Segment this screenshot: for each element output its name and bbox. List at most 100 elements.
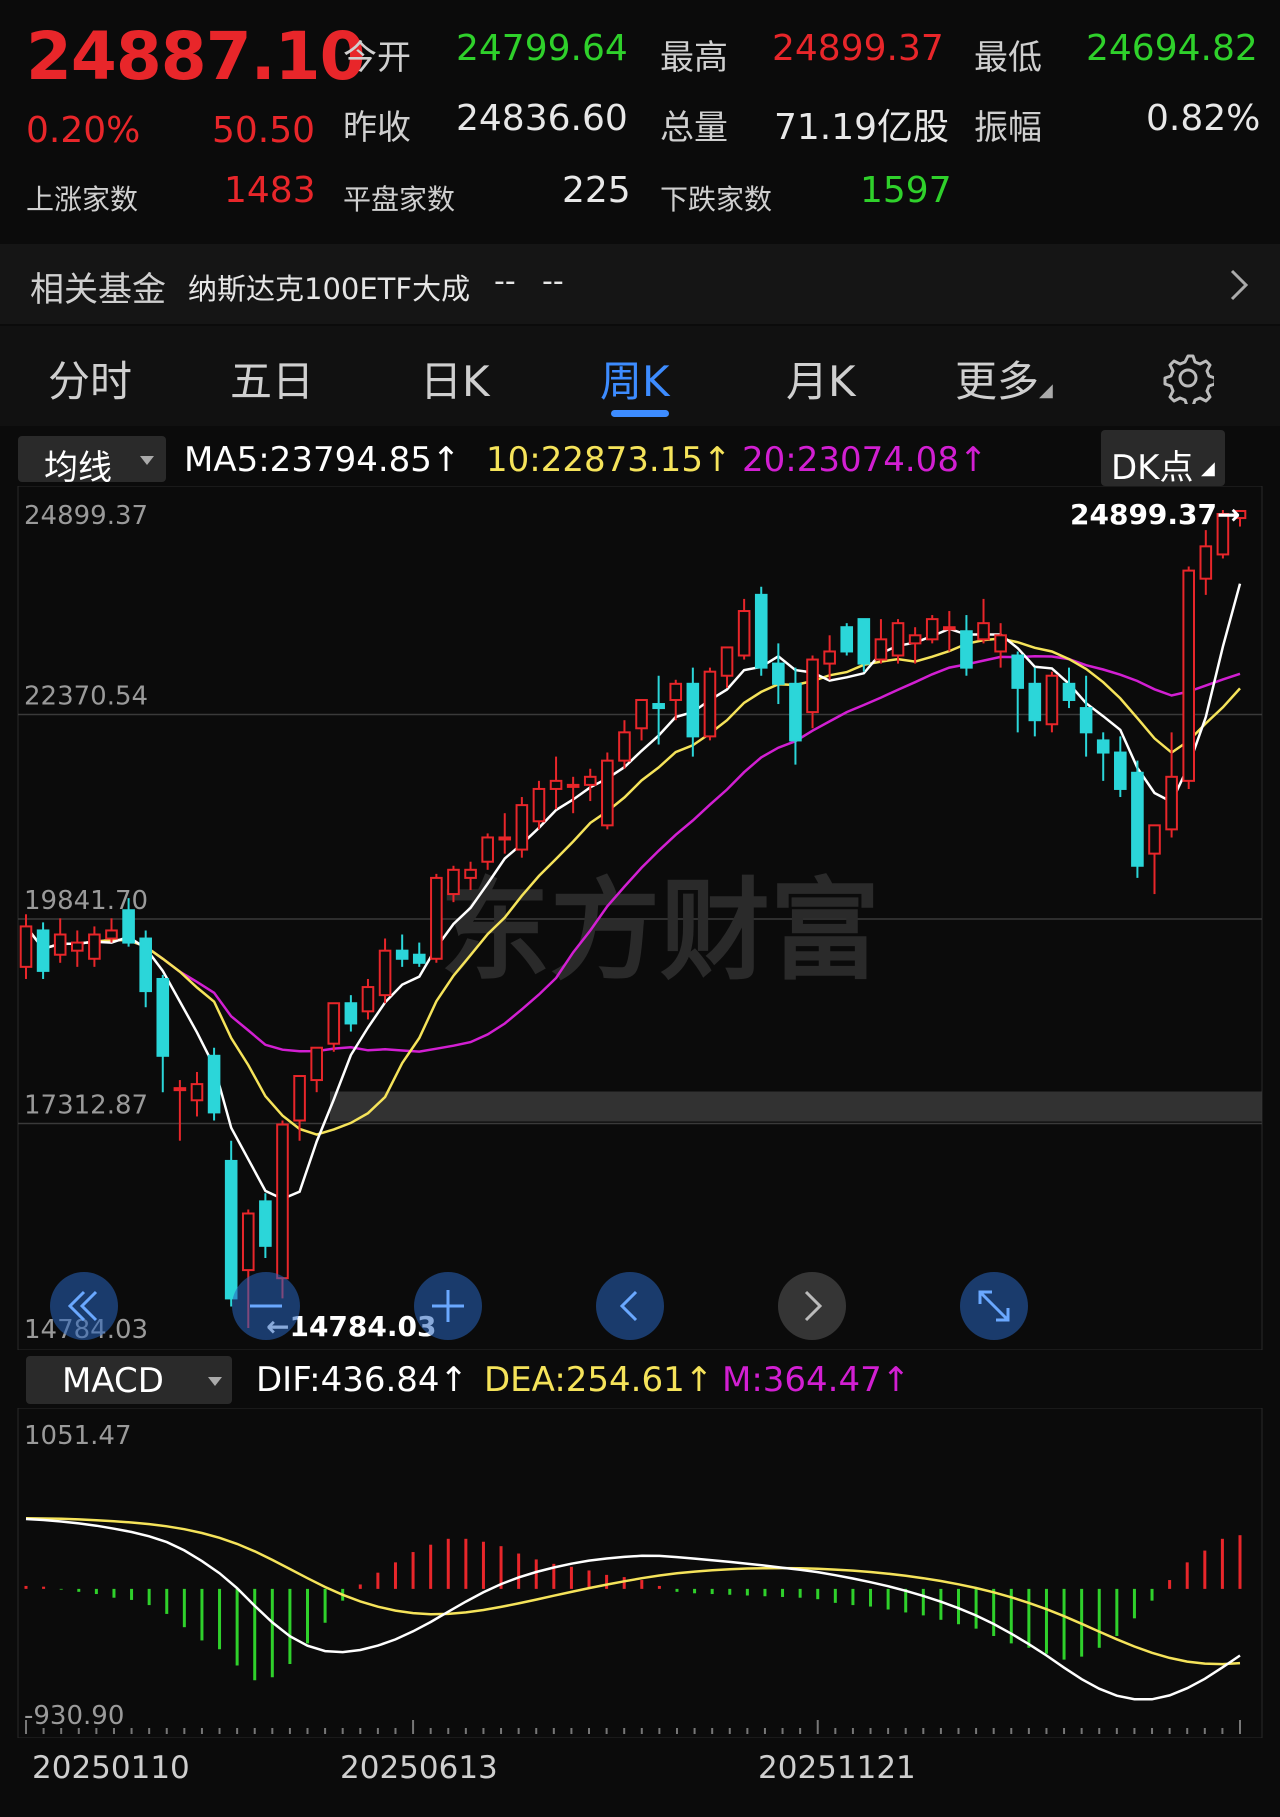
prev-close-value: 24836.60 [456,98,628,139]
candle-body [259,1200,272,1247]
candle-body [1182,569,1196,782]
corner-triangle-icon: ◢ [1201,458,1215,479]
down-count-label: 下跌家数 [660,183,773,216]
candle-body [652,703,665,710]
tab-five-day[interactable]: 五日 [230,348,314,409]
candle-body [1096,739,1110,754]
macd-selector-label: MACD [62,1361,164,1401]
macd-axis-min: -930.90 [24,1701,124,1731]
date-label-3: 20251121 [758,1750,916,1786]
candle-body [105,929,118,940]
candle-body [70,941,84,952]
weekly-candlestick-chart[interactable]: 24899.3722370.5419841.7017312.8714784.03… [0,486,1280,1350]
high-marker-label: 24899.37→ [1070,498,1240,531]
candle-body [1131,771,1144,867]
candle-body [772,662,785,685]
candle-body [139,937,152,993]
macd-axis-max: 1051.47 [24,1421,132,1451]
tab-intraday[interactable]: 分时 [48,348,132,409]
tab-monthly-k[interactable]: 月K [786,348,856,409]
zoom-out-button[interactable] [232,1272,300,1340]
tab-daily-k[interactable]: 日K [420,348,490,409]
price-axis-label: 17312.87 [24,1090,148,1120]
date-label-2: 20250613 [340,1750,498,1786]
candle-body [1011,654,1025,689]
low-label: 最低 [974,38,1042,78]
change-amount: 50.50 [212,110,316,151]
candle-body [977,622,990,641]
candle-body [754,593,768,669]
indicator-selector-ma[interactable]: 均线 [18,436,166,488]
active-tab-indicator [611,410,669,417]
chevron-right-icon [804,1290,823,1322]
dea-value: DEA:254.61↑ [484,1360,714,1400]
down-count: 1597 [860,170,952,211]
fullscreen-button[interactable] [960,1272,1028,1340]
candle-body [1062,682,1076,701]
amplitude-label: 振幅 [974,108,1042,148]
candle-body [395,949,409,960]
flat-count-label: 平盘家数 [343,183,456,216]
ma10-value: 10:22873.15↑ [486,440,732,480]
macd-m-value: M:364.47↑ [722,1360,911,1400]
candle-body [344,1002,358,1025]
candle-body [618,731,631,762]
candle-body [464,868,477,879]
up-count-label: 上涨家数 [26,183,139,216]
high-label: 最高 [660,38,728,78]
candle-body [173,1087,187,1092]
candle-body [515,804,529,851]
candle-body [943,626,956,631]
candle-body [53,933,67,956]
candle-body [874,638,888,661]
dk-point-button[interactable]: DK点 ◢ [1101,430,1225,488]
candle-body [601,759,614,827]
settings-gear-icon[interactable] [1162,352,1214,404]
candle-body [88,933,101,960]
related-fund-change: -- [542,264,564,299]
amplitude-value: 0.82% [1146,98,1261,139]
indicator-selector-macd[interactable]: MACD [26,1356,232,1404]
corner-triangle-icon: ◢ [1039,380,1053,401]
candle-body [498,836,512,841]
tab-more[interactable]: 更多◢ [955,348,1053,409]
candle-body [276,1123,289,1280]
zoom-in-button[interactable] [414,1272,482,1340]
scroll-right-button[interactable] [778,1272,846,1340]
up-count: 1483 [224,170,316,211]
related-fund-label: 相关基金 [30,270,166,310]
open-value: 24799.64 [456,28,628,69]
related-fund-row[interactable]: 相关基金 纳斯达克100ETF大成 -- -- [0,244,1280,324]
candle-body [361,986,375,1013]
zoom-in-icon [432,1290,464,1322]
price-axis-label: 22370.54 [24,681,148,711]
candle-body [122,909,135,944]
ma20-value: 20:23074.08↑ [742,440,988,480]
macd-frame [17,1408,1263,1738]
dk-point-label: DK点 [1111,448,1194,488]
candle-body [549,779,563,790]
ma-selector-label: 均线 [44,448,112,488]
candle-body [310,1046,323,1082]
candle-body [635,698,648,730]
low-value: 24694.82 [1086,28,1258,69]
candle-body [481,836,494,863]
watermark-text: 东方财富 [440,867,880,995]
ma5-value: MA5:23794.85↑ [184,440,461,480]
tab-more-label: 更多 [955,357,1040,406]
candle-body [1079,707,1093,734]
prev-close-label: 昨收 [343,108,411,148]
candle-body [1165,775,1178,831]
scroll-left-button[interactable] [596,1272,664,1340]
candle-body [583,775,597,786]
candle-body [1199,545,1213,580]
candle-body [669,682,683,701]
tab-weekly-k[interactable]: 周K [600,348,670,409]
scroll-to-start-button[interactable] [50,1272,118,1340]
candle-body [293,1075,306,1122]
dif-value: DIF:436.84↑ [256,1360,469,1400]
macd-chart[interactable]: 1051.47 -930.90 [0,1408,1280,1738]
candle-body [908,634,922,645]
change-percent: 0.20% [26,110,141,151]
candle-body [241,1212,255,1272]
